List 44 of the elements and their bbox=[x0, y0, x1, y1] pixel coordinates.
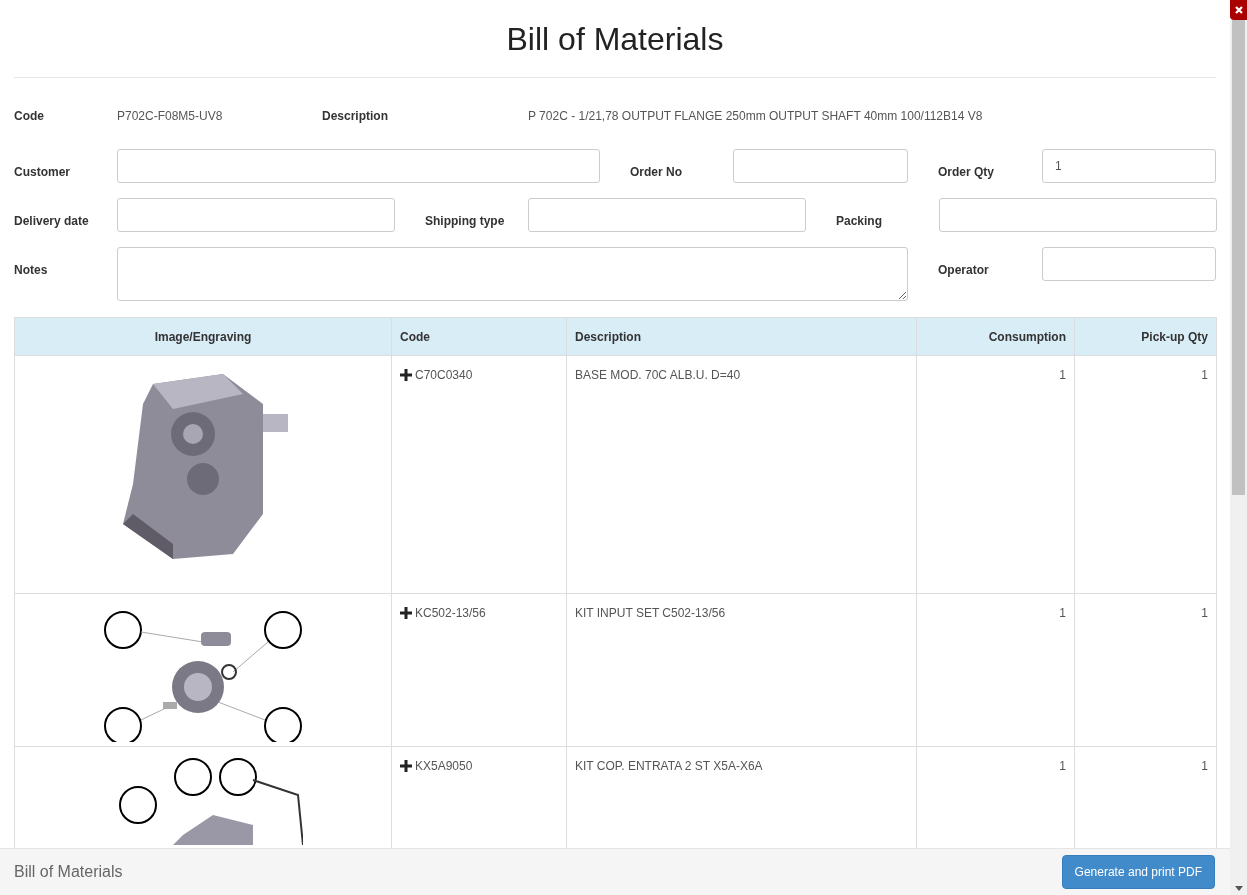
input-field[interactable] bbox=[117, 149, 600, 183]
input-field[interactable] bbox=[733, 149, 908, 183]
code-cell: C70C0340 bbox=[391, 355, 567, 594]
column-header: Code bbox=[391, 317, 567, 356]
consumption-cell: 1 bbox=[916, 593, 1075, 747]
field-label: Notes bbox=[14, 263, 48, 277]
field-label: Shipping type bbox=[425, 214, 505, 228]
field-label: Order Qty bbox=[938, 165, 994, 179]
description-cell: KIT INPUT SET C502-13/56 bbox=[566, 593, 917, 747]
plus-icon[interactable] bbox=[400, 760, 412, 772]
generate-pdf-button[interactable]: Generate and print PDF bbox=[1061, 855, 1215, 889]
column-header: Description bbox=[566, 317, 917, 356]
code-cell: KC502-13/56 bbox=[391, 593, 567, 747]
scroll-down-icon[interactable] bbox=[1234, 886, 1243, 891]
field-label: Code bbox=[14, 109, 44, 123]
plus-icon[interactable] bbox=[400, 607, 412, 619]
column-header: Pick-up Qty bbox=[1074, 317, 1217, 356]
description-cell: BASE MOD. 70C ALB.U. D=40 bbox=[566, 355, 917, 594]
description-value: P 702C - 1/21,78 OUTPUT FLANGE 250mm OUTPUT SHAFT 40mm 100/112B14 V8 bbox=[528, 108, 983, 125]
footer-title: Bill of Materials bbox=[14, 862, 123, 882]
input-field[interactable]: 1 bbox=[1042, 149, 1216, 183]
scrollbar[interactable] bbox=[1230, 20, 1247, 895]
field-label: Customer bbox=[14, 165, 70, 179]
notes-field[interactable] bbox=[117, 247, 908, 301]
pickup-qty-cell: 1 bbox=[1074, 593, 1217, 747]
dialog-title: Bill of Materials bbox=[506, 22, 724, 55]
input-field[interactable] bbox=[939, 198, 1217, 232]
scrollbar-thumb[interactable] bbox=[1232, 20, 1245, 495]
field-label: Packing bbox=[836, 214, 883, 228]
consumption-cell: 1 bbox=[916, 355, 1075, 594]
input-field[interactable] bbox=[528, 198, 806, 232]
close-button[interactable] bbox=[1230, 0, 1247, 20]
pickup-qty-cell: 1 bbox=[1074, 355, 1217, 594]
field-label: Order No bbox=[630, 165, 682, 179]
column-header: Consumption bbox=[916, 317, 1075, 356]
input-field[interactable] bbox=[117, 198, 395, 232]
field-label: Operator bbox=[938, 263, 989, 277]
input-field[interactable] bbox=[1042, 247, 1216, 281]
code-value: P702C-F08M5-UV8 bbox=[117, 109, 223, 123]
plus-icon[interactable] bbox=[400, 369, 412, 381]
field-label: Description bbox=[322, 109, 388, 123]
field-label: Delivery date bbox=[14, 214, 89, 228]
column-header: Image/Engraving bbox=[14, 317, 392, 356]
close-icon bbox=[1234, 6, 1243, 14]
